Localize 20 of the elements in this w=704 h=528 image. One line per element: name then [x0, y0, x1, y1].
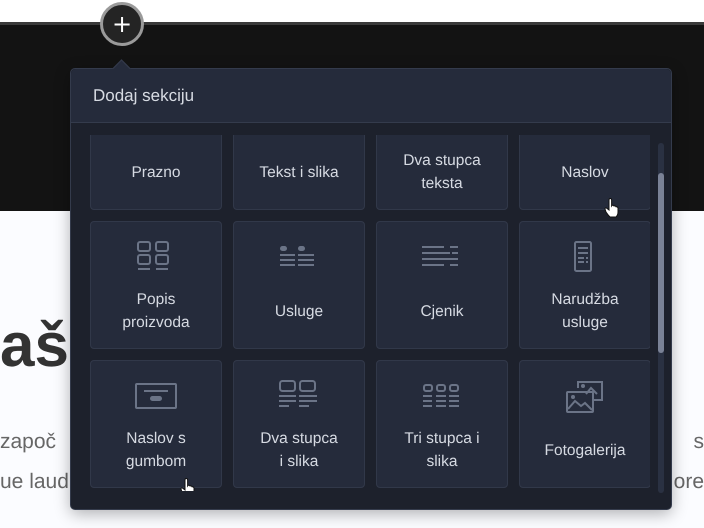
page-heading: aš: [0, 311, 69, 381]
popup-title: Dodaj sekciju: [93, 86, 194, 106]
section-option[interactable]: Fotogalerija: [519, 360, 650, 488]
section-option[interactable]: Dva stupca teksta: [376, 135, 508, 210]
section-option[interactable]: Dva stupca i slika: [233, 360, 365, 488]
paragraph-text: započ: [0, 429, 58, 455]
section-option[interactable]: Usluge: [233, 221, 365, 349]
section-option[interactable]: Naslov s gumbom: [90, 360, 222, 488]
image-gallery-icon: [564, 379, 606, 413]
hand-cursor-icon: [604, 198, 620, 218]
paragraph-text: ore: [674, 469, 704, 495]
section-option[interactable]: Narudžba usluge: [519, 221, 650, 349]
section-option[interactable]: Cjenik: [376, 221, 508, 349]
section-option[interactable]: Tekst i slika: [233, 135, 365, 210]
section-option[interactable]: Popis proizvoda: [90, 221, 222, 349]
paragraph-text: s: [694, 429, 704, 455]
section-option[interactable]: Tri stupca i slika: [376, 360, 508, 488]
scrollbar[interactable]: [658, 143, 664, 493]
paragraph-text: ue laud: [0, 469, 69, 495]
section-option[interactable]: Prazno: [90, 135, 222, 210]
